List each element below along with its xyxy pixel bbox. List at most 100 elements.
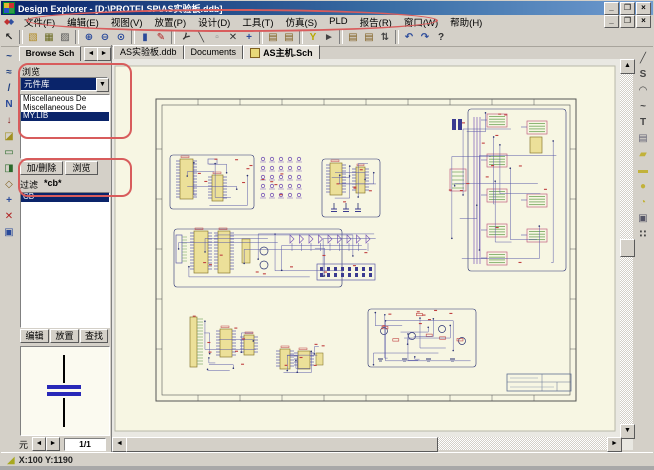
print-icon[interactable]: ▨ xyxy=(57,30,73,45)
menu-help[interactable]: 帮助(H) xyxy=(444,15,488,29)
help-icon[interactable]: ? xyxy=(433,30,449,45)
port-icon[interactable]: ◇ xyxy=(2,177,17,193)
schematic-drawing[interactable] xyxy=(112,59,620,437)
graphic-icon[interactable]: ▣ xyxy=(636,211,651,227)
bus-entry-icon[interactable]: / xyxy=(2,81,17,97)
add-remove-button[interactable]: 加/删除 xyxy=(20,161,63,175)
toolbar-separator xyxy=(19,30,23,44)
draw-line-icon[interactable]: ╱ xyxy=(636,51,651,67)
part-icon[interactable]: ◪ xyxy=(2,129,17,145)
minimize-button[interactable]: _ xyxy=(604,2,619,15)
place-button[interactable]: 放置 xyxy=(50,329,79,343)
panel-tab-scroll-left-icon[interactable]: ◄ xyxy=(84,47,98,61)
prev-part-icon[interactable]: ◄ xyxy=(32,437,46,451)
doc-minimize-button[interactable]: _ xyxy=(604,15,619,28)
zoom-in-icon[interactable]: ⊕ xyxy=(81,30,97,45)
find-button[interactable]: 查找 xyxy=(80,329,108,343)
scroll-right-icon[interactable]: ► xyxy=(607,437,622,452)
directive-icon[interactable]: ▣ xyxy=(2,225,17,241)
ellipse-icon[interactable]: ● xyxy=(636,179,651,195)
bus-icon[interactable]: ≈ xyxy=(2,65,17,81)
scroll-down-icon[interactable]: ▼ xyxy=(620,424,635,439)
library-list[interactable]: Miscellaneous De Miscellaneous De MY.LIB xyxy=(20,94,110,159)
filter-value[interactable]: *cb* xyxy=(44,178,62,188)
spline-icon[interactable]: ~ xyxy=(636,99,651,115)
no-erc-icon[interactable]: ✕ xyxy=(2,209,17,225)
panel-tab-scroll-right-icon[interactable]: ► xyxy=(97,47,111,61)
title-bar[interactable]: Design Explorer - [D:\PROTELSP\AS实验板.ddb… xyxy=(1,1,653,15)
net-label-icon[interactable]: N xyxy=(2,97,17,113)
vertical-scrollbar[interactable]: ▲ ▼ xyxy=(620,59,633,437)
undo-icon[interactable]: ↶ xyxy=(401,30,417,45)
run-icon[interactable]: ► xyxy=(321,30,337,45)
menu-window[interactable]: 窗口(W) xyxy=(398,15,444,29)
array-icon[interactable]: ∷ xyxy=(636,227,651,243)
bezier-icon[interactable]: S xyxy=(636,67,651,83)
library-icon[interactable]: ▤ xyxy=(345,30,361,45)
tab-browse-sch[interactable]: Browse Sch xyxy=(19,46,81,61)
menu-edit[interactable]: 编辑(E) xyxy=(61,15,105,29)
library-icon[interactable]: ▤ xyxy=(361,30,377,45)
pencil-icon[interactable]: ✎ xyxy=(153,30,169,45)
power-port-icon[interactable]: ↓ xyxy=(2,113,17,129)
horizontal-scroll-thumb[interactable] xyxy=(126,437,438,452)
select-icon[interactable]: ↖ xyxy=(1,30,17,45)
component-list[interactable]: CB xyxy=(20,192,110,328)
zoom-page-icon[interactable]: ⊙ xyxy=(113,30,129,45)
doc-restore-button[interactable]: ❐ xyxy=(620,15,635,28)
app-icon[interactable] xyxy=(3,2,15,14)
browse-button[interactable]: 浏览 xyxy=(65,161,98,175)
probe-icon[interactable]: Y xyxy=(305,30,321,45)
redo-icon[interactable]: ↷ xyxy=(417,30,433,45)
tab-documents[interactable]: Documents xyxy=(184,45,244,59)
library-type-dropdown[interactable]: 元件库 xyxy=(20,77,108,91)
save-icon[interactable]: ▦ xyxy=(41,30,57,45)
library-icon[interactable]: ▤ xyxy=(265,30,281,45)
open-icon[interactable]: ▧ xyxy=(25,30,41,45)
dropdown-arrow-icon[interactable]: ▼ xyxy=(96,78,109,92)
tab-as-zhuji-sch[interactable]: AS主机.Sch xyxy=(243,45,320,59)
next-part-icon[interactable]: ► xyxy=(46,437,60,451)
preview-pager: 元 ◄ ► 1/1 xyxy=(19,437,111,451)
menu-view[interactable]: 视图(V) xyxy=(105,15,149,29)
rounded-rect-icon[interactable]: ▬ xyxy=(636,163,651,179)
scroll-left-icon[interactable]: ◄ xyxy=(112,437,127,452)
list-item-selected[interactable]: CB xyxy=(21,193,109,202)
menu-design[interactable]: 设计(D) xyxy=(192,15,236,29)
library-icon[interactable]: ▤ xyxy=(281,30,297,45)
drawing-toolbar: ╱S◠~T▤▰▬●◔▣∷ xyxy=(633,46,653,452)
restore-button[interactable]: ❐ xyxy=(620,2,635,15)
menu-reports[interactable]: 报告(R) xyxy=(354,15,398,29)
menu-pld[interactable]: PLD xyxy=(323,16,353,27)
vertical-scroll-thumb[interactable] xyxy=(620,239,635,257)
close-button[interactable]: × xyxy=(636,2,651,15)
text-frame-icon[interactable]: ▤ xyxy=(636,131,651,147)
move-icon[interactable]: + xyxy=(241,30,257,45)
menu-place[interactable]: 放置(P) xyxy=(148,15,192,29)
pie-icon[interactable]: ◔ xyxy=(636,195,651,211)
text-icon[interactable]: T xyxy=(636,115,651,131)
wire-icon[interactable]: ~ xyxy=(2,49,17,65)
menu-file[interactable]: 文件(F) xyxy=(18,15,61,29)
doc-close-button[interactable]: × xyxy=(636,15,651,28)
capacitor-symbol xyxy=(21,347,107,433)
document-window-icon[interactable]: ◆ xyxy=(4,17,14,27)
scroll-up-icon[interactable]: ▲ xyxy=(620,59,635,74)
components-icon[interactable]: ▮ xyxy=(137,30,153,45)
cut-icon[interactable]: ✕ xyxy=(225,30,241,45)
rectangle-icon[interactable]: ▰ xyxy=(636,147,651,163)
tab-ddb[interactable]: AS实验板.ddb xyxy=(113,45,184,59)
schematic-canvas[interactable] xyxy=(112,59,633,450)
junction-icon[interactable]: + xyxy=(2,193,17,209)
menu-tools[interactable]: 工具(T) xyxy=(236,15,279,29)
list-item-selected[interactable]: MY.LIB xyxy=(21,112,109,121)
horizontal-scrollbar[interactable]: ◄ ► xyxy=(112,437,620,450)
arc-icon[interactable]: ◠ xyxy=(636,83,651,99)
sheet-entry-icon[interactable]: ◨ xyxy=(2,161,17,177)
edit-button[interactable]: 编辑 xyxy=(20,329,49,343)
zoom-out-icon[interactable]: ⊖ xyxy=(97,30,113,45)
annotate-icon[interactable]: ⇅ xyxy=(377,30,393,45)
dashed-rect-icon[interactable]: ▫ xyxy=(209,30,225,45)
menu-simulate[interactable]: 仿真(S) xyxy=(280,15,324,29)
sheet-symbol-icon[interactable]: ▭ xyxy=(2,145,17,161)
